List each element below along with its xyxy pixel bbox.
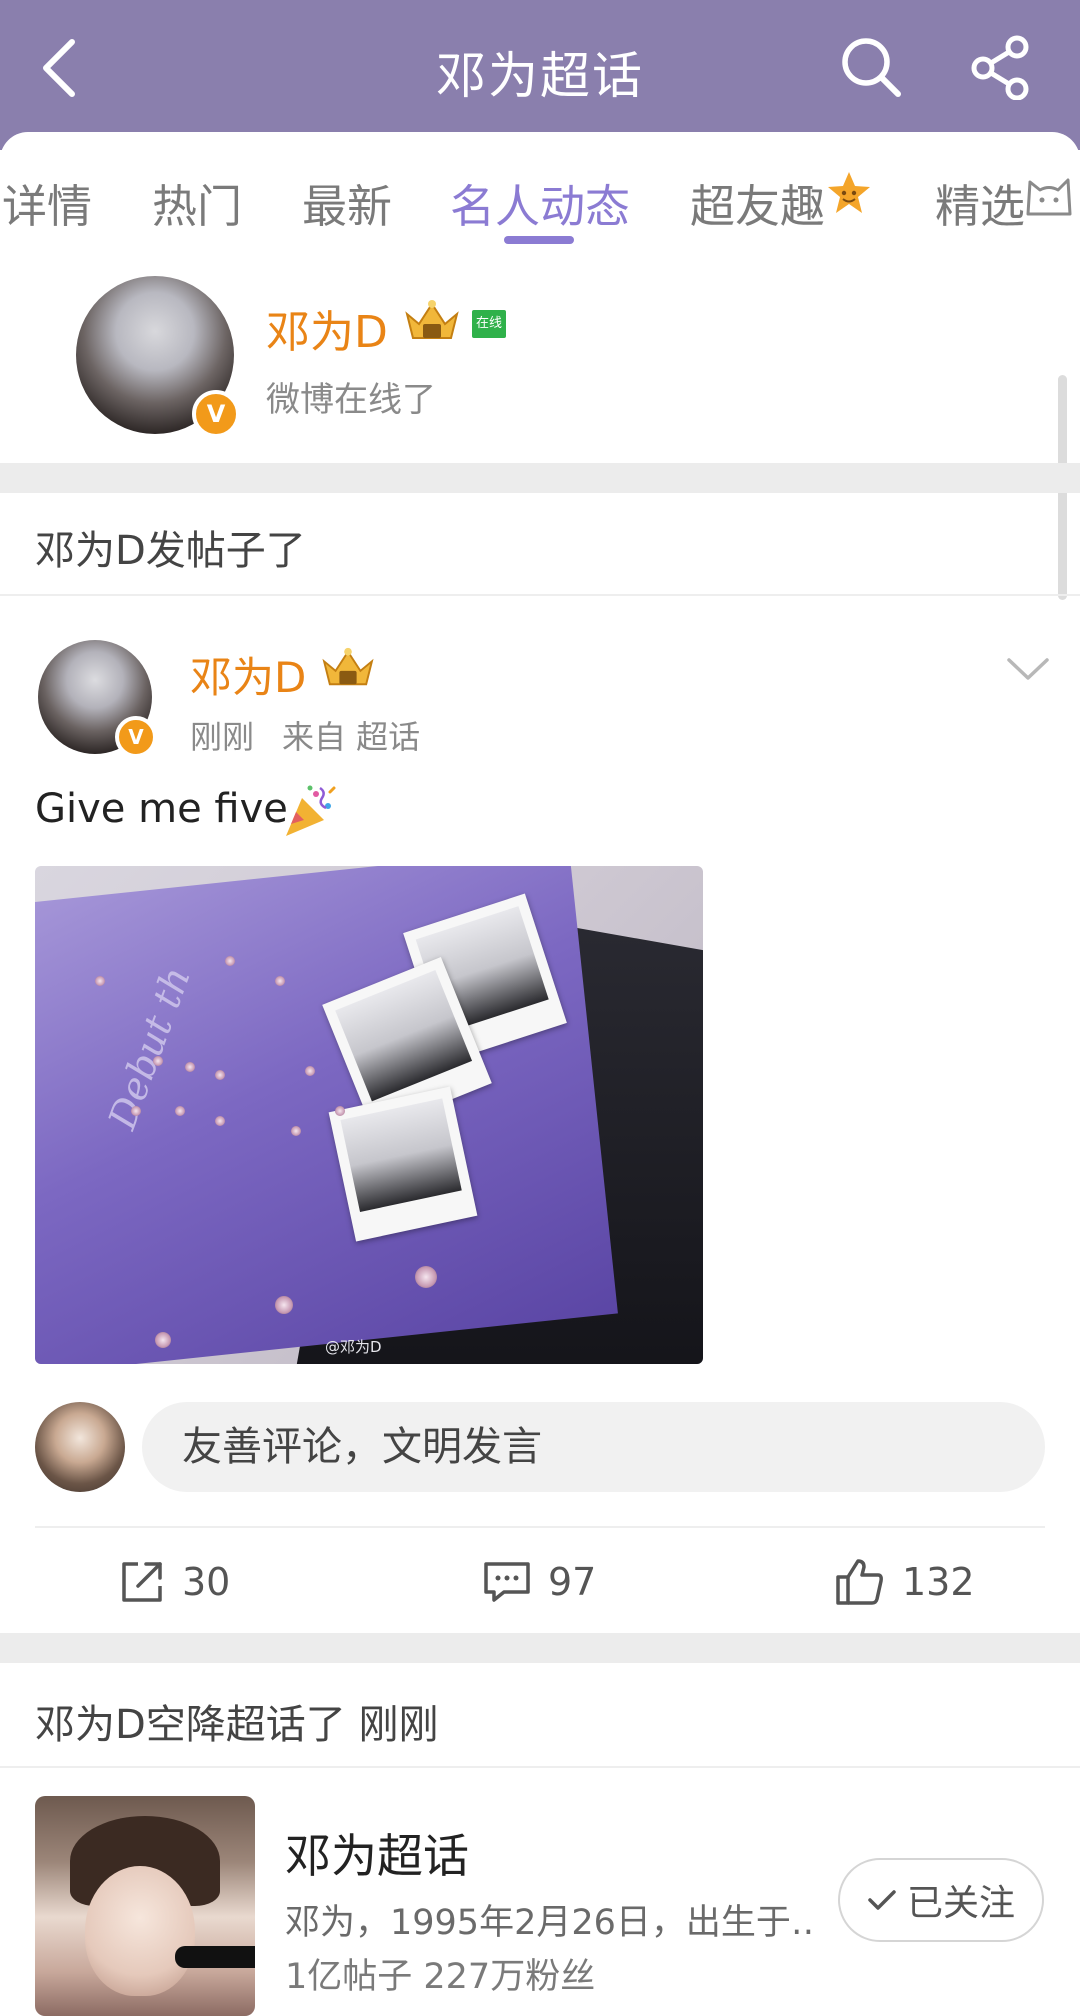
supertopic-stats: 1亿帖子 227万粉丝: [285, 1957, 596, 1997]
tab-latest[interactable]: 最新: [302, 170, 392, 235]
section-divider: [0, 1633, 1080, 1663]
crown-icon: [405, 300, 459, 339]
supertopic-cover[interactable]: [35, 1796, 255, 2016]
gem: [215, 1070, 225, 1080]
gem: [153, 1056, 163, 1066]
verified-badge: V: [115, 716, 157, 758]
check-icon: [868, 1890, 896, 1910]
post-author-name[interactable]: 邓为D: [190, 644, 306, 705]
gem: [225, 956, 235, 966]
gem: [335, 1106, 345, 1116]
online-tag: 在线: [472, 310, 506, 338]
post-section-heading: 邓为D发帖子了: [35, 528, 306, 574]
post-text: Give me five: [35, 786, 288, 832]
supertopic-title[interactable]: 邓为超话: [285, 1820, 469, 1886]
search-button[interactable]: [838, 34, 904, 100]
page-title: 邓为超话: [436, 47, 644, 105]
gem: [305, 1066, 315, 1076]
post-image[interactable]: Debut th @邓为D: [35, 866, 703, 1364]
post-time: 刚刚: [190, 718, 255, 756]
divider: [0, 1766, 1080, 1768]
user-name[interactable]: 邓为D: [266, 296, 388, 360]
gem: [215, 1116, 225, 1126]
active-tab-indicator: [504, 236, 574, 244]
divider: [35, 1526, 1045, 1528]
follow-button[interactable]: 已关注: [838, 1858, 1044, 1942]
gem: [155, 1332, 171, 1348]
comment-input[interactable]: 友善评论，文明发言: [142, 1402, 1045, 1492]
follow-label: 已关注: [906, 1883, 1015, 1924]
share-icon: [971, 35, 1029, 101]
gem: [275, 976, 285, 986]
like-count: 132: [902, 1560, 975, 1604]
chevron-down-icon[interactable]: [1006, 656, 1050, 684]
gem: [95, 976, 105, 986]
share-button[interactable]: [968, 34, 1034, 101]
cover-sunglasses: [175, 1946, 255, 1968]
gem: [185, 1062, 195, 1072]
gem: [175, 1106, 185, 1116]
thumbs-up-icon: [836, 1559, 883, 1605]
repost-button[interactable]: 30: [118, 1550, 230, 1614]
cat-icon: [1026, 178, 1072, 216]
tab-fun[interactable]: 超友趣: [690, 170, 825, 235]
tab-selected[interactable]: 精选: [935, 170, 1025, 235]
top-bar: 邓为超话: [0, 0, 1080, 150]
tab-details[interactable]: 详情: [2, 170, 92, 235]
party-popper-icon: [286, 785, 336, 836]
divider: [0, 594, 1080, 596]
star-face-icon: [828, 172, 870, 213]
supertopic-description: 邓为，1995年2月26日，出生于…: [285, 1903, 815, 1943]
gem: [291, 1126, 301, 1136]
repost-icon: [122, 1562, 162, 1602]
my-avatar[interactable]: [35, 1402, 125, 1492]
repost-count: 30: [182, 1560, 231, 1604]
verified-badge: V: [192, 390, 240, 438]
like-button[interactable]: 132: [834, 1550, 975, 1614]
comment-count: 97: [548, 1560, 597, 1604]
tab-celebrity-updates[interactable]: 名人动态: [450, 170, 630, 235]
cover-face: [85, 1866, 195, 1996]
gem: [275, 1296, 293, 1314]
image-watermark: @邓为D: [325, 1338, 382, 1356]
search-icon: [842, 38, 901, 97]
polaroid-photo: [328, 1086, 478, 1242]
online-status: 微博在线了: [266, 380, 436, 420]
gem: [131, 1106, 141, 1116]
post-source: 来自 超话: [282, 718, 421, 756]
airdrop-heading: 邓为D空降超话了 刚刚: [35, 1702, 439, 1748]
comment-button[interactable]: 97: [482, 1550, 596, 1614]
tab-hot[interactable]: 热门: [152, 170, 242, 235]
comment-icon: [484, 1562, 530, 1602]
section-divider: [0, 463, 1080, 493]
crown-icon: [322, 647, 374, 686]
gem: [415, 1266, 437, 1288]
